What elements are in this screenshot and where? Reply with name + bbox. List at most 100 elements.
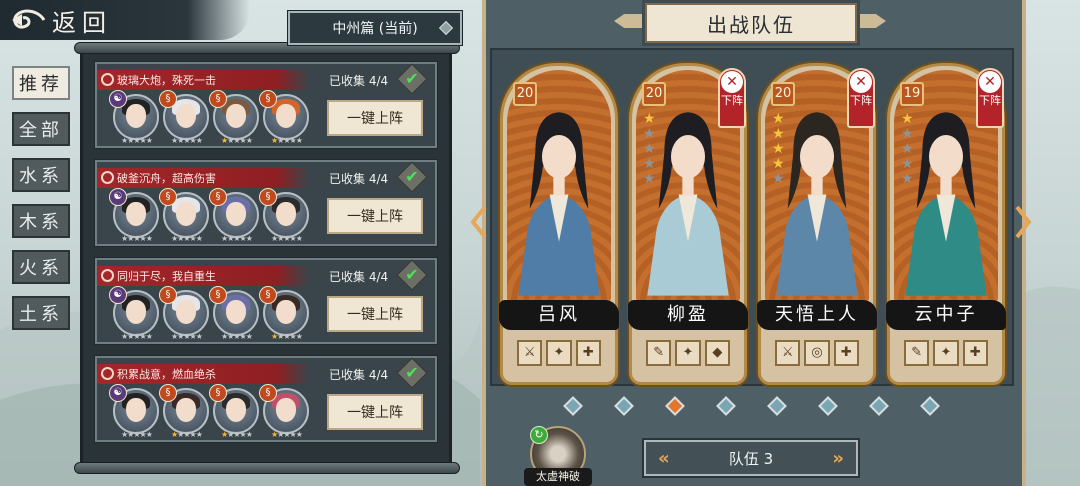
hero-avatar[interactable]: ☯ ★★★★★: [109, 188, 159, 243]
refresh-icon[interactable]: ↻: [530, 426, 548, 444]
magnify-icon[interactable]: [101, 171, 114, 184]
equipment-slot[interactable]: ✚: [962, 340, 988, 366]
hero-card[interactable]: 20 ★ ★ ★ ★ ★ ✕ 下阵 天悟上人 ⚔ ◎ ✚: [757, 63, 877, 385]
hero-avatar[interactable]: § ★★★★★: [209, 90, 259, 145]
element-icon: §: [259, 286, 277, 304]
back-label: 返回: [52, 8, 112, 37]
equipment-slot[interactable]: ◆: [704, 340, 730, 366]
hero-face: [276, 202, 296, 226]
star-rating: ★★★★★: [171, 430, 203, 439]
remove-label: 下阵: [850, 94, 872, 107]
element-icon: §: [259, 188, 277, 206]
star-rating: ★★★★★: [221, 430, 253, 439]
hero-avatar[interactable]: § ★★★★★: [159, 188, 209, 243]
hero-card[interactable]: 20 吕风 ⚔ ✦ ✚: [499, 63, 619, 385]
element-icon: §: [159, 384, 177, 402]
equipment-slot[interactable]: ✦: [546, 340, 572, 366]
magnify-icon[interactable]: [101, 73, 114, 86]
hero-card[interactable]: 19 ★ ★ ★ ★ ★ ✕ 下阵 云中子 ✎ ✦ ✚: [886, 63, 1006, 385]
deploy-button[interactable]: 一键上阵: [327, 100, 423, 136]
team-next-chevron-icon[interactable]: »: [832, 448, 844, 469]
star-rating: ★★★★★: [221, 332, 253, 341]
scroll-rod-bottom: [74, 462, 460, 474]
hero-avatar[interactable]: § ★★★★★: [259, 286, 309, 341]
deploy-button[interactable]: 一键上阵: [327, 394, 423, 430]
tab-fire[interactable]: 火系: [12, 250, 70, 284]
deploy-button[interactable]: 一键上阵: [327, 296, 423, 332]
hero-avatar[interactable]: § ★★★★★: [209, 384, 259, 439]
tab-label: 火系: [19, 258, 63, 279]
hero-avatar[interactable]: § ★★★★★: [209, 188, 259, 243]
team-prev-chevron-icon[interactable]: «: [658, 448, 670, 469]
hero-face: [126, 104, 146, 128]
hero-avatar[interactable]: ☯ ★★★★★: [109, 90, 159, 145]
deploy-button[interactable]: 一键上阵: [327, 198, 423, 234]
star-rating: ★★★★★: [901, 111, 914, 187]
prev-arrow-icon[interactable]: [470, 205, 488, 239]
remove-hero-button[interactable]: ✕ 下阵: [718, 68, 746, 128]
equipment-row: ✎ ✦ ✚: [904, 340, 988, 366]
remove-hero-button[interactable]: ✕ 下阵: [976, 68, 1004, 128]
back-button[interactable]: 返回: [0, 0, 250, 40]
equipment-slot[interactable]: ✎: [646, 340, 672, 366]
dropdown-diamond-icon: [438, 20, 454, 36]
equipment-slot[interactable]: ✦: [933, 340, 959, 366]
chapter-selector[interactable]: 中州篇 (当前): [287, 10, 463, 46]
tab-recommended[interactable]: 推荐: [12, 66, 70, 100]
hero-face: [226, 104, 246, 128]
equipment-row: ✎ ✦ ◆: [646, 340, 730, 366]
element-icon: §: [209, 90, 227, 108]
element-icon: §: [259, 90, 277, 108]
hero-avatar[interactable]: § ★★★★★: [209, 286, 259, 341]
team-title: 同归于尽，我自重生: [117, 270, 216, 283]
magnify-icon[interactable]: [101, 367, 114, 380]
equipment-row: ⚔ ✦ ✚: [517, 340, 601, 366]
remove-hero-button[interactable]: ✕ 下阵: [847, 68, 875, 128]
hero-card[interactable]: 20 ★ ★ ★ ★ ★ ✕ 下阵 柳盈 ✎ ✦ ◆: [628, 63, 748, 385]
hero-name: 云中子: [886, 300, 1006, 330]
hero-avatar[interactable]: § ★★★★★: [159, 286, 209, 341]
magnify-icon[interactable]: [101, 269, 114, 282]
equipment-slot[interactable]: ⚔: [517, 340, 543, 366]
tab-label: 木系: [19, 212, 63, 233]
element-icon: ☯: [109, 384, 127, 402]
checkmark-icon: ✔: [396, 259, 428, 291]
equipment-slot[interactable]: ⚔: [775, 340, 801, 366]
equipment-row: ⚔ ◎ ✚: [775, 340, 859, 366]
equipment-slot[interactable]: ✦: [675, 340, 701, 366]
tab-water[interactable]: 水系: [12, 158, 70, 192]
equipment-slot[interactable]: ✚: [575, 340, 601, 366]
next-arrow-icon[interactable]: [1014, 205, 1032, 239]
hero-avatar[interactable]: § ★★★★★: [259, 384, 309, 439]
star-rating: ★★★★★: [271, 430, 303, 439]
tab-all[interactable]: 全部: [12, 112, 70, 146]
hero-avatar[interactable]: § ★★★★★: [159, 384, 209, 439]
hero-avatar[interactable]: § ★★★★★: [159, 90, 209, 145]
equipment-slot[interactable]: ✚: [833, 340, 859, 366]
team-card: 同归于尽，我自重生 已收集 4/4 ✔ ☯ ★★★★★ § ★★★★★ § ★★…: [94, 257, 438, 345]
hero-avatar[interactable]: § ★★★★★: [259, 90, 309, 145]
star-rating: ★★★★★: [221, 234, 253, 243]
tab-wood[interactable]: 木系: [12, 204, 70, 238]
star-rating: ★★★★★: [121, 234, 153, 243]
hero-face: [226, 300, 246, 324]
hero-avatar[interactable]: ☯ ★★★★★: [109, 286, 159, 341]
hero-avatar[interactable]: ☯ ★★★★★: [109, 384, 159, 439]
close-icon: ✕: [721, 71, 743, 93]
hero-face: [226, 398, 246, 422]
equipment-slot[interactable]: ◎: [804, 340, 830, 366]
tab-earth[interactable]: 土系: [12, 296, 70, 330]
hero-face: [126, 202, 146, 226]
star-rating: ★★★★★: [643, 111, 656, 187]
remove-label: 下阵: [721, 94, 743, 107]
star-rating: ★★★★★: [171, 234, 203, 243]
element-icon: §: [209, 286, 227, 304]
tab-label: 全部: [19, 120, 63, 141]
hero-avatar[interactable]: § ★★★★★: [259, 188, 309, 243]
team-title-ribbon: 破釜沉舟，超高伤害: [97, 168, 309, 188]
hero-face: [126, 300, 146, 324]
equipment-slot[interactable]: ✎: [904, 340, 930, 366]
back-swirl-icon: [12, 9, 46, 29]
team-switcher: « 队伍 3 »: [642, 438, 860, 478]
hero-name: 柳盈: [628, 300, 748, 330]
